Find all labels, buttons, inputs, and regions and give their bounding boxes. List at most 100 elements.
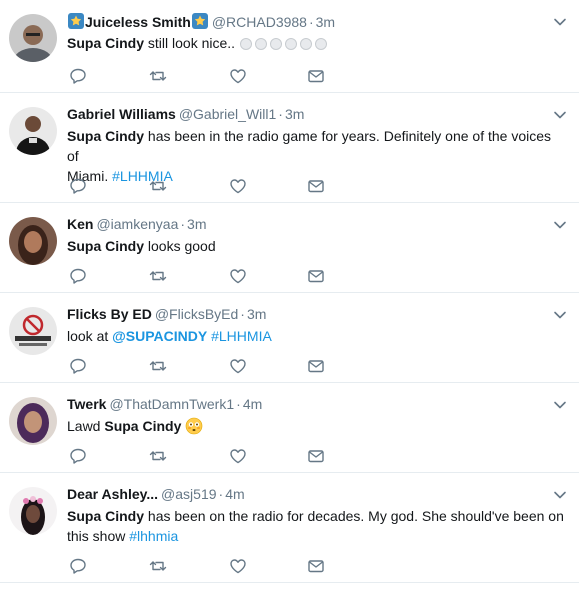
direct-message-icon[interactable] xyxy=(307,177,325,195)
reply-icon[interactable] xyxy=(69,177,87,195)
chevron-down-icon[interactable] xyxy=(553,217,567,229)
tweet-feed: Juiceless Smith @RCHAD3988 · 3m Supa Cindy s… xyxy=(0,0,579,592)
direct-message-icon[interactable] xyxy=(307,67,325,85)
user-handle[interactable]: @RCHAD3988 xyxy=(212,14,307,30)
display-name[interactable]: Twerk xyxy=(67,396,106,412)
tweet-text: Supa Cindy still look nice.. xyxy=(67,33,565,53)
like-icon[interactable] xyxy=(229,357,247,375)
flushed-face-emoji-icon xyxy=(185,417,203,435)
tweet-header: Flicks By ED @FlicksByEd · 3m xyxy=(67,305,539,324)
emoji-icon xyxy=(255,38,268,51)
like-icon[interactable] xyxy=(229,447,247,465)
reply-icon[interactable] xyxy=(69,447,87,465)
emoji-icon xyxy=(300,38,313,51)
display-name[interactable]: Dear Ashley... xyxy=(67,486,158,502)
separator-dot: · xyxy=(240,306,245,322)
separator-dot: · xyxy=(180,216,186,232)
timestamp[interactable]: 3m xyxy=(187,216,206,232)
tweet[interactable]: Flicks By ED @FlicksByEd · 3m look at @SUPAC… xyxy=(0,293,579,383)
chevron-down-icon[interactable] xyxy=(553,307,567,319)
avatar[interactable] xyxy=(9,397,57,445)
mention-link[interactable]: @SUPACINDY xyxy=(112,328,207,344)
reply-icon[interactable] xyxy=(69,267,87,285)
direct-message-icon[interactable] xyxy=(307,357,325,375)
tweet-header: Ken @iamkenyaa · 3m xyxy=(67,215,539,234)
direct-message-icon[interactable] xyxy=(307,557,325,575)
chevron-down-icon[interactable] xyxy=(553,397,567,409)
chevron-down-icon[interactable] xyxy=(553,487,567,499)
retweet-icon[interactable] xyxy=(149,357,167,375)
timestamp[interactable]: 3m xyxy=(247,306,266,322)
direct-message-icon[interactable] xyxy=(307,267,325,285)
hashtag-link[interactable]: #LHHMIA xyxy=(211,328,272,344)
tweet[interactable]: Gabriel Williams @Gabriel_Will1 · 3m Supa Ci… xyxy=(0,93,579,203)
tweet[interactable]: Twerk @ThatDamnTwerk1 · 4m Lawd Supa Cindy xyxy=(0,383,579,473)
avatar[interactable] xyxy=(9,487,57,535)
bold-text: Supa Cindy xyxy=(67,35,145,51)
tweet-actions xyxy=(69,557,329,577)
chevron-down-icon[interactable] xyxy=(553,14,567,26)
timestamp[interactable]: 4m xyxy=(225,486,244,502)
timestamp[interactable]: 3m xyxy=(316,14,335,30)
timestamp[interactable]: 4m xyxy=(243,396,262,412)
avatar[interactable] xyxy=(9,107,57,155)
retweet-icon[interactable] xyxy=(149,177,167,195)
text-span: Lawd xyxy=(67,418,105,434)
emoji-icon xyxy=(285,38,298,51)
emoji-icon xyxy=(270,38,283,51)
display-name[interactable]: Gabriel Williams xyxy=(67,106,176,122)
tweet[interactable]: Juiceless Smith @RCHAD3988 · 3m Supa Cindy s… xyxy=(0,0,579,93)
bold-text: Supa Cindy xyxy=(104,418,182,434)
tweet[interactable]: Dear Ashley... @asj519 · 4m Supa Cindy has b… xyxy=(0,473,579,583)
retweet-icon[interactable] xyxy=(149,447,167,465)
like-icon[interactable] xyxy=(229,267,247,285)
retweet-icon[interactable] xyxy=(149,67,167,85)
text-span: look at xyxy=(67,328,113,344)
tweet-text: look at @SUPACINDY #LHHMIA xyxy=(67,326,565,346)
direct-message-icon[interactable] xyxy=(307,447,325,465)
display-name[interactable]: Ken xyxy=(67,216,93,232)
timestamp[interactable]: 3m xyxy=(285,106,304,122)
tweet-text: Supa Cindy looks good xyxy=(67,236,565,256)
tweet-header: Dear Ashley... @asj519 · 4m xyxy=(67,485,539,504)
user-handle[interactable]: @Gabriel_Will1 xyxy=(179,106,276,122)
text-span: this show xyxy=(67,528,130,544)
like-icon[interactable] xyxy=(229,557,247,575)
tweet-actions xyxy=(69,67,329,87)
user-handle[interactable]: @asj519 xyxy=(161,486,216,502)
avatar[interactable] xyxy=(9,14,57,62)
tweet-actions xyxy=(69,177,329,197)
avatar[interactable] xyxy=(9,217,57,265)
tweet-text: Supa Cindy has been on the radio for dec… xyxy=(67,506,565,546)
user-handle[interactable]: @FlicksByEd xyxy=(155,306,238,322)
like-icon[interactable] xyxy=(229,67,247,85)
emoji-group xyxy=(240,35,330,51)
tweet[interactable]: Ken @iamkenyaa · 3m Supa Cindy looks good xyxy=(0,203,579,293)
tweet-actions xyxy=(69,447,329,467)
user-handle[interactable]: @iamkenyaa xyxy=(96,216,178,232)
retweet-icon[interactable] xyxy=(149,557,167,575)
emoji-icon xyxy=(315,38,328,51)
star-emoji-icon xyxy=(67,12,85,30)
text-span: has been on the radio for decades. My go… xyxy=(144,508,564,524)
user-handle[interactable]: @ThatDamnTwerk1 xyxy=(109,396,234,412)
tweet-header: Twerk @ThatDamnTwerk1 · 4m xyxy=(67,395,539,414)
reply-icon[interactable] xyxy=(69,357,87,375)
like-icon[interactable] xyxy=(229,177,247,195)
text-span: looks good xyxy=(144,238,216,254)
avatar[interactable] xyxy=(9,307,57,355)
tweet-header: Juiceless Smith @RCHAD3988 · 3m xyxy=(67,12,539,32)
display-name[interactable]: Juiceless Smith xyxy=(85,14,191,30)
display-name[interactable]: Flicks By ED xyxy=(67,306,152,322)
reply-icon[interactable] xyxy=(69,67,87,85)
bold-text: Supa Cindy xyxy=(67,128,145,144)
retweet-icon[interactable] xyxy=(149,267,167,285)
star-emoji-icon xyxy=(191,12,209,30)
tweet-actions xyxy=(69,357,329,377)
separator-dot: · xyxy=(308,14,314,30)
separator-dot: · xyxy=(218,486,224,502)
emoji-icon xyxy=(240,38,253,51)
chevron-down-icon[interactable] xyxy=(553,107,567,119)
hashtag-link[interactable]: #lhhmia xyxy=(129,528,178,544)
reply-icon[interactable] xyxy=(69,557,87,575)
